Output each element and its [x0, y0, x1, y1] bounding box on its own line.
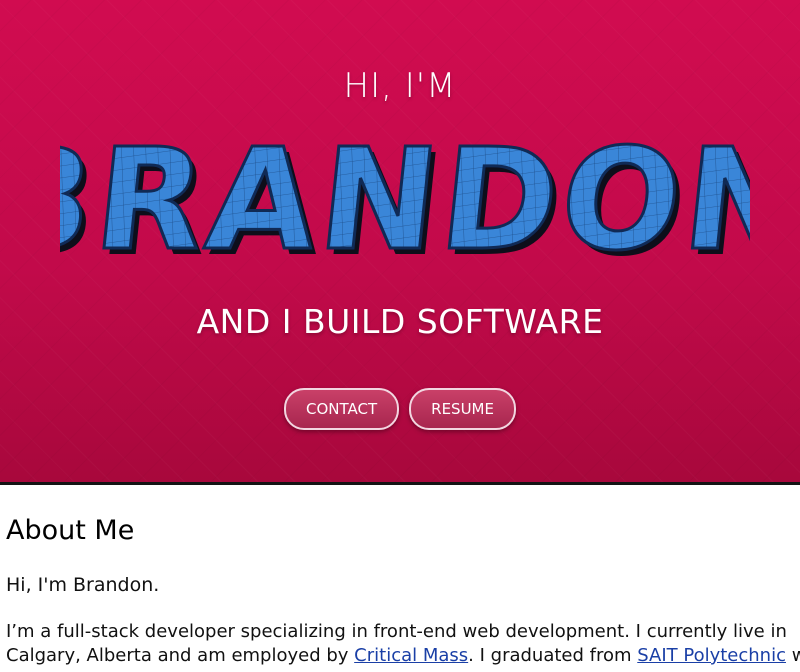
- hero-greeting: HI, I'M: [343, 66, 457, 106]
- hero-tagline: AND I BUILD SOFTWARE: [196, 302, 604, 341]
- bio-text-c: with: [791, 645, 800, 666]
- about-section: About Me Hi, I'm Brandon. I’m a full-sta…: [0, 485, 800, 668]
- bio-line1: I’m a full-stack developer specializing …: [6, 621, 787, 642]
- contact-button[interactable]: CONTACT: [284, 388, 400, 430]
- sait-polytechnic-link[interactable]: SAIT Polytechnic: [637, 645, 786, 666]
- about-intro: Hi, I'm Brandon.: [6, 574, 160, 596]
- critical-mass-link[interactable]: Critical Mass: [354, 645, 468, 666]
- about-bio: I’m a full-stack developer specializing …: [6, 620, 800, 668]
- hero-section: HI, I'M BRANDON BRANDON AND I BUILD SOFT…: [0, 0, 800, 485]
- resume-button[interactable]: RESUME: [409, 388, 516, 430]
- hero-name-logo: BRANDON BRANDON: [60, 130, 750, 280]
- hero-name-text: BRANDON: [60, 130, 750, 280]
- hero-buttons: CONTACT RESUME: [0, 388, 800, 430]
- about-heading: About Me: [6, 515, 135, 546]
- bio-text-b: . I graduated from: [468, 645, 638, 666]
- bio-text-a: Calgary, Alberta and am employed by: [6, 645, 355, 666]
